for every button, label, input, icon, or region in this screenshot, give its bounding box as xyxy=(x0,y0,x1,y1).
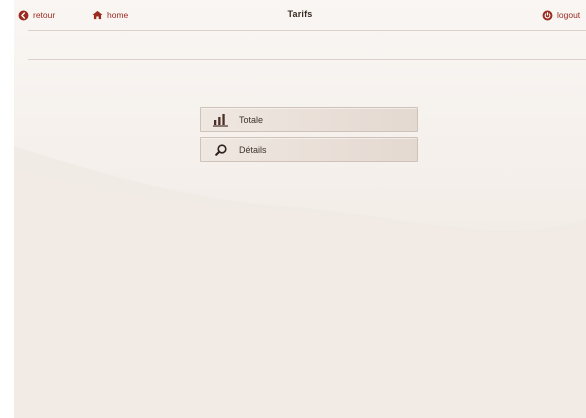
power-icon xyxy=(542,10,553,20)
tarifs-menu: Totale Détails xyxy=(200,107,418,167)
menu-item-label: Détails xyxy=(239,144,267,155)
bar-chart-icon xyxy=(211,113,231,127)
top-bar: retour home Tarifs logout xyxy=(14,0,586,31)
background-wave xyxy=(14,0,586,418)
logout-label: logout xyxy=(557,10,581,20)
menu-item-details[interactable]: Détails xyxy=(200,137,418,162)
search-icon xyxy=(211,143,231,157)
menu-item-totale[interactable]: Totale xyxy=(200,107,418,132)
page-title: Tarifs xyxy=(287,9,313,19)
top-divider xyxy=(28,30,586,31)
menu-item-label: Totale xyxy=(239,114,264,125)
logout-button[interactable]: logout xyxy=(542,8,580,22)
second-divider xyxy=(28,59,586,60)
screen: retour home Tarifs logout Totale Détails xyxy=(14,0,586,418)
